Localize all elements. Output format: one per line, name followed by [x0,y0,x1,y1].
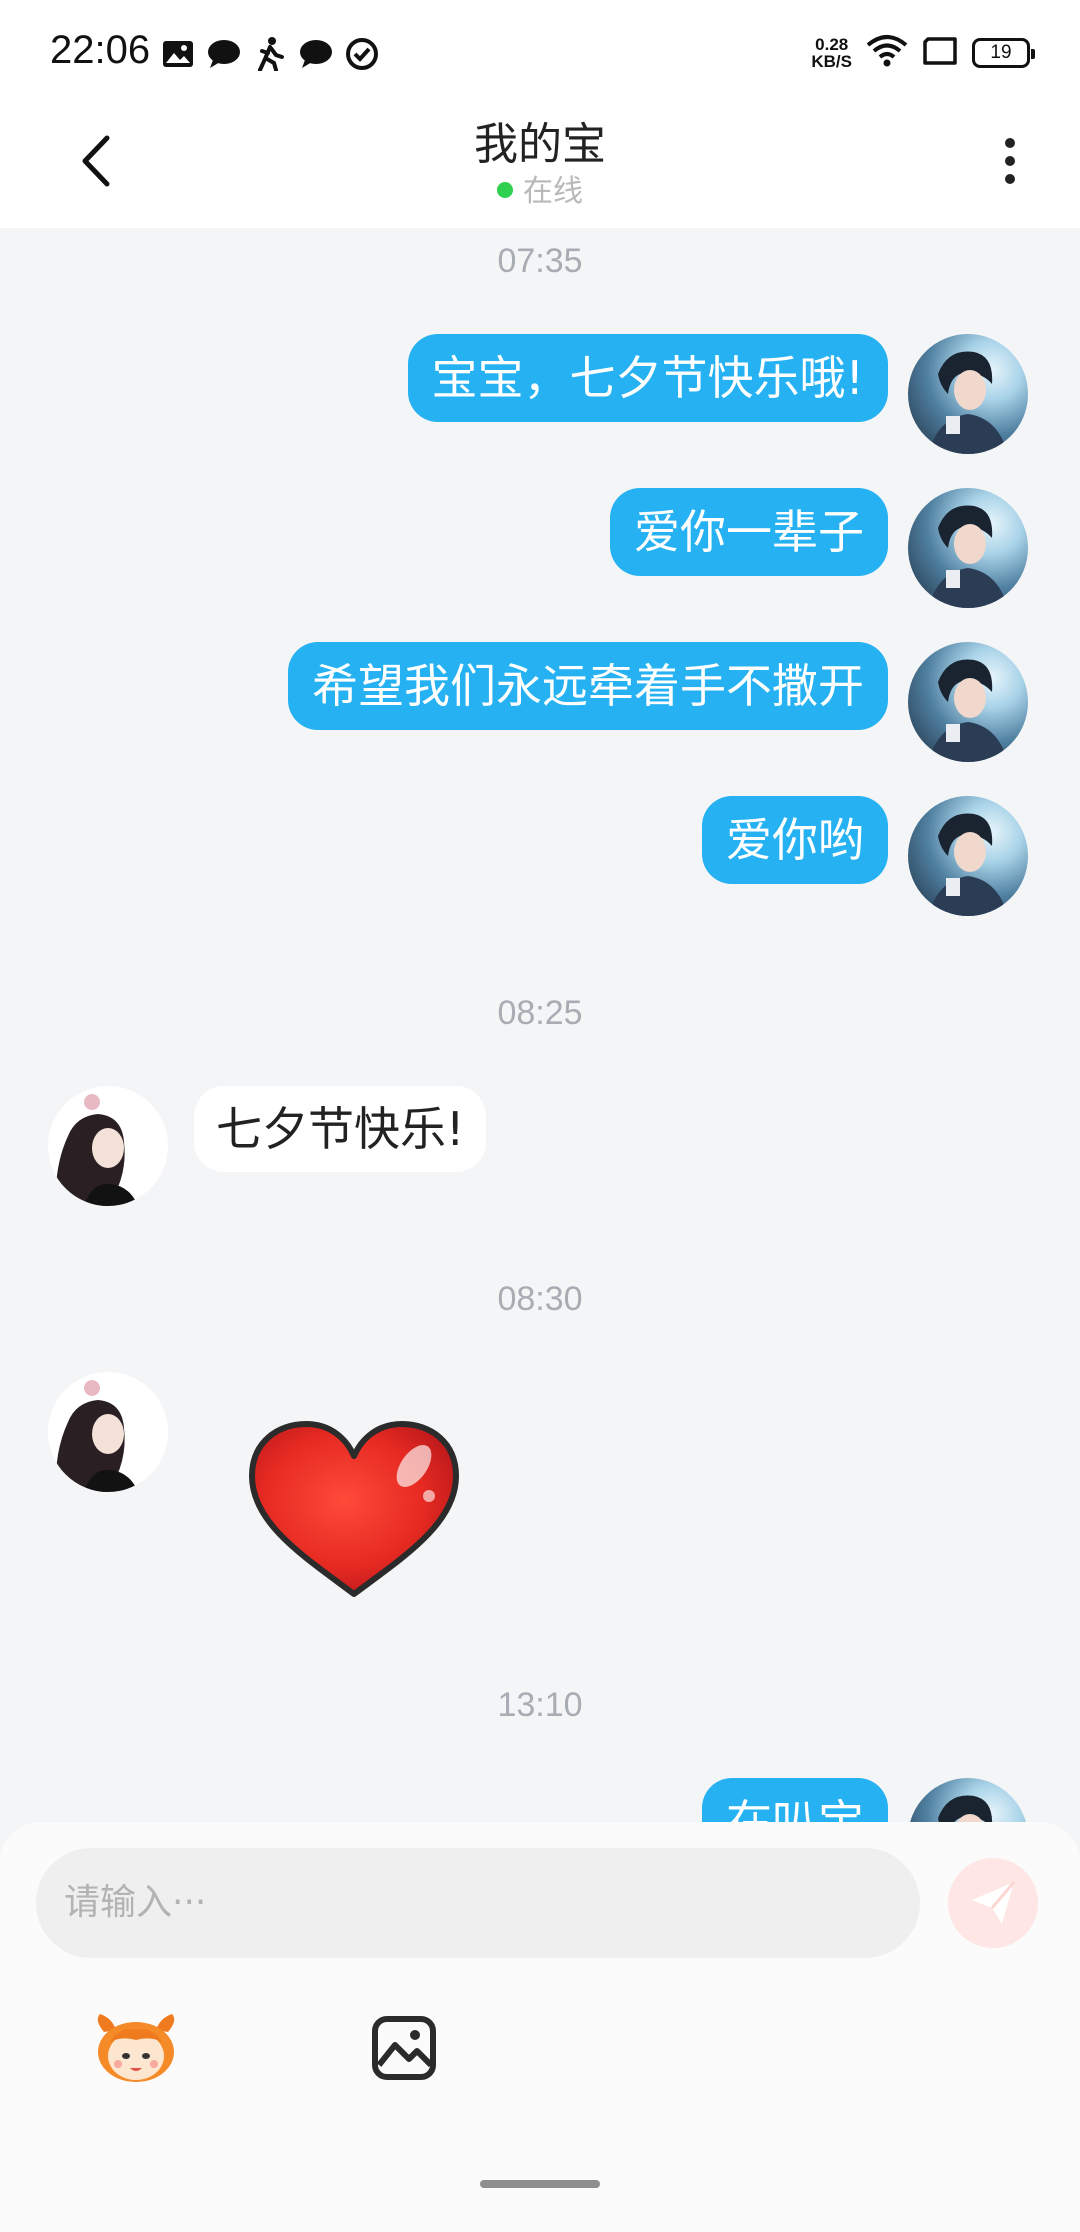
message-input[interactable]: 请输入··· [36,1848,920,1958]
outgoing-message[interactable]: 宝宝，七夕节快乐哦! [407,334,888,422]
image-icon [160,36,196,72]
more-dot-icon [1005,156,1015,166]
timestamp: 08:25 [497,994,583,1032]
emoji-button[interactable] [88,2000,184,2096]
contact-avatar[interactable] [48,1086,168,1206]
more-options-button[interactable] [980,124,1040,198]
chat-bubble-icon [298,36,334,72]
heart-icon [249,1421,459,1597]
my-avatar[interactable] [908,1778,1028,1822]
more-dot-icon [1005,174,1015,184]
outgoing-message[interactable]: 爱你一辈子 [610,488,888,576]
check-circle-icon [344,36,380,72]
my-avatar[interactable] [908,488,1028,608]
chat-bubble-icon [206,36,242,72]
wifi-icon [866,34,908,72]
send-button[interactable] [948,1858,1038,1948]
outgoing-message[interactable]: 爱你哟 [702,796,888,884]
my-avatar[interactable] [908,334,1028,454]
mascot-emoji-icon [97,2014,175,2082]
network-speed: 0.28 KB/S [811,36,852,70]
online-dot-icon [497,182,513,198]
my-avatar[interactable] [908,796,1028,916]
paper-plane-icon [972,1881,1016,1924]
online-status: 在线 [0,166,1080,210]
notification-icons [160,36,380,72]
contact-name: 我的宝 [474,119,606,170]
heart-sticker[interactable] [246,1418,462,1604]
timestamp: 13:10 [497,1686,583,1724]
status-bar: 22:06 0.28 KB/S 19 [0,0,1080,100]
my-avatar[interactable] [908,642,1028,762]
battery-indicator: 19 [972,38,1035,68]
contact-avatar[interactable] [48,1372,168,1492]
status-right: 0.28 KB/S 19 [811,34,1035,72]
timestamp: 07:35 [497,242,583,280]
outgoing-message[interactable]: 在叭宝 [702,1778,888,1822]
chat-header: 我的宝 在线 [0,100,1080,228]
speed-unit: KB/S [811,52,852,71]
screen-icon [922,36,958,70]
image-icon [372,2016,436,2080]
walking-icon [252,36,288,72]
message-list[interactable]: 07:35 宝宝，七夕节快乐哦! 爱你一辈子 希望我们永远牵着手不撒开 爱你哟 … [0,228,1080,1822]
incoming-message[interactable]: 七夕节快乐! [194,1086,487,1172]
boy-avatar-icon [928,813,1008,916]
boy-avatar-icon [928,505,1008,608]
input-panel: 请输入··· [0,1822,1080,2232]
speed-value: 0.28 [815,35,849,54]
home-indicator[interactable] [480,2180,600,2188]
boy-avatar-icon [928,351,1008,454]
outgoing-message[interactable]: 希望我们永远牵着手不撒开 [288,642,888,730]
image-picker-button[interactable] [356,2000,452,2096]
girl-avatar-icon [55,1094,138,1206]
online-status-text: 在线 [523,174,583,209]
more-dot-icon [1005,138,1015,148]
boy-avatar-icon [938,1795,993,1822]
status-time: 22:06 [50,28,151,72]
girl-avatar-icon [55,1380,138,1492]
timestamp: 08:30 [497,1280,583,1318]
boy-avatar-icon [928,659,1008,762]
